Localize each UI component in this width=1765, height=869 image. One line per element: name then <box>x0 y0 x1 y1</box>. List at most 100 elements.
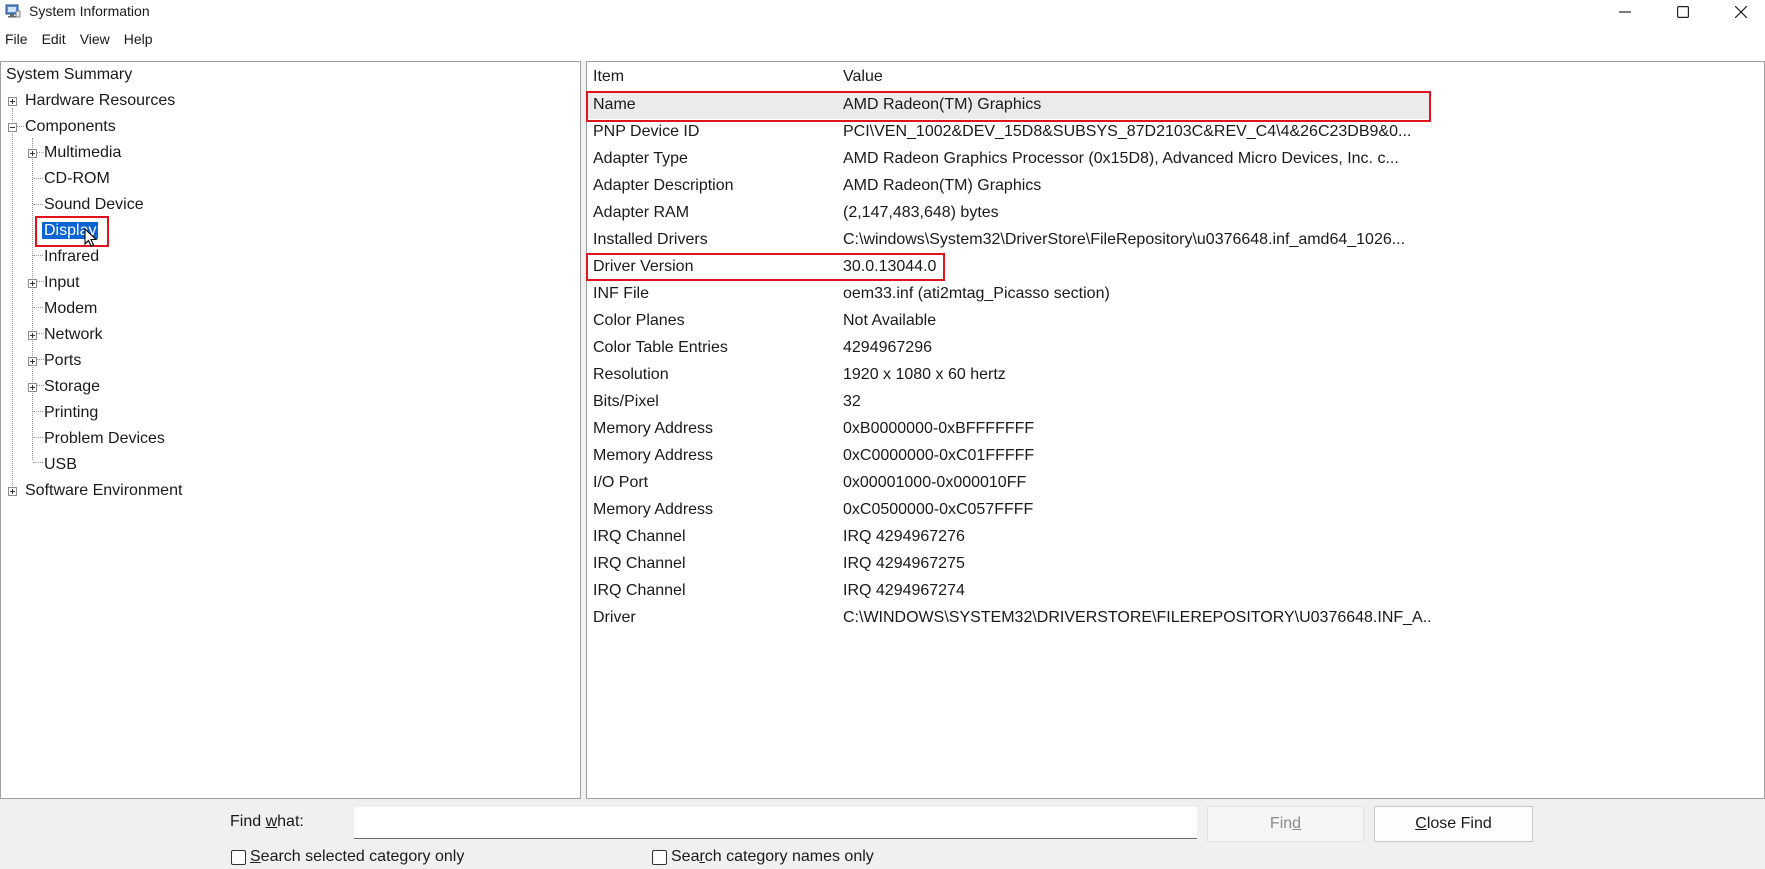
row-item: Bits/Pixel <box>593 393 659 410</box>
table-row[interactable]: IRQ Channel IRQ 4294967274 <box>587 578 1430 605</box>
expand-network-icon[interactable] <box>28 331 37 340</box>
table-row[interactable]: IRQ Channel IRQ 4294967276 <box>587 524 1430 551</box>
tree-item-storage[interactable]: Storage <box>44 376 100 398</box>
tree-line <box>36 333 44 334</box>
row-value: 0xC0000000-0xC01FFFFF <box>843 447 1035 464</box>
table-row[interactable]: INF File oem33.inf (ati2mtag_Picasso sect… <box>587 281 1430 308</box>
row-value: 32 <box>843 393 861 410</box>
table-row[interactable]: IRQ Channel IRQ 4294967275 <box>587 551 1430 578</box>
mouse-pointer-icon <box>84 228 98 247</box>
table-row[interactable]: Adapter Type AMD Radeon Graphics Processo… <box>587 146 1430 173</box>
row-item: IRQ Channel <box>593 582 686 599</box>
column-header-value[interactable]: Value <box>843 68 883 86</box>
checkbox-box[interactable] <box>231 849 246 865</box>
window-title: System Information <box>29 3 150 19</box>
tree-item-label: Storage <box>44 378 101 395</box>
tree-line <box>33 204 43 205</box>
table-row[interactable]: Memory Address 0xB0000000-0xBFFFFFFF <box>587 416 1430 443</box>
column-header-item[interactable]: Item <box>593 68 624 86</box>
tree-line <box>36 152 44 153</box>
tree-item-usb[interactable]: USB <box>44 454 77 476</box>
table-row[interactable]: Installed Drivers C:\windows\System32\Dri… <box>587 227 1430 254</box>
tree-line <box>33 255 43 256</box>
tree-item-sound-device[interactable]: Sound Device <box>44 194 144 216</box>
tree-item-label: Input <box>44 274 80 291</box>
search-selected-category-checkbox[interactable]: Search selected category only <box>231 848 464 866</box>
tree-item-label: Hardware Resources <box>25 92 176 109</box>
table-row[interactable]: Color Planes Not Available <box>587 308 1430 335</box>
system-information-icon <box>5 4 21 18</box>
row-item: Color Planes <box>593 312 685 329</box>
row-item: Installed Drivers <box>593 231 708 248</box>
tree-item-label: Software Environment <box>25 482 183 499</box>
expand-hardware-resources-icon[interactable] <box>8 97 17 106</box>
table-row[interactable]: Memory Address 0xC0000000-0xC01FFFFF <box>587 443 1430 470</box>
close-icon <box>1735 6 1747 18</box>
row-value: oem33.inf (ati2mtag_Picasso section) <box>843 285 1110 302</box>
menu-view[interactable]: View <box>75 28 115 50</box>
tree-item-label: USB <box>44 456 77 473</box>
find-bar: Find what: Fin d Close Find Search select… <box>0 799 1765 869</box>
table-row[interactable]: Adapter Description AMD Radeon(TM) Graphi… <box>587 173 1430 200</box>
table-row[interactable]: I/O Port 0x00001000-0x000010FF <box>587 470 1430 497</box>
table-row[interactable]: PNP Device ID PCI\VEN_1002&DEV_15D8&SUBSY… <box>587 119 1430 146</box>
expand-input-icon[interactable] <box>28 279 37 288</box>
row-item: Adapter Type <box>593 150 688 167</box>
expand-multimedia-icon[interactable] <box>28 149 37 158</box>
tree-item-software-environment[interactable]: Software Environment <box>25 480 182 502</box>
tree-item-network[interactable]: Network <box>44 324 103 346</box>
row-value: AMD Radeon(TM) Graphics <box>843 177 1042 194</box>
tree-item-infrared[interactable]: Infrared <box>44 246 99 268</box>
table-row[interactable]: Adapter RAM (2,147,483,648) bytes <box>587 200 1430 227</box>
tree-line <box>33 178 43 179</box>
checkbox-label: Search category names only <box>671 848 874 865</box>
row-item: PNP Device ID <box>593 123 700 140</box>
menu-file[interactable]: File <box>0 28 33 50</box>
tree-item-label: Sound Device <box>44 196 144 213</box>
maximize-button[interactable] <box>1654 0 1712 24</box>
table-row[interactable]: Memory Address 0xC0500000-0xC057FFFF <box>587 497 1430 524</box>
expand-software-environment-icon[interactable] <box>8 487 17 496</box>
menu-edit[interactable]: Edit <box>37 28 71 50</box>
close-find-button[interactable]: Close Find <box>1374 806 1533 842</box>
tree-item-cdrom[interactable]: CD-ROM <box>44 168 110 190</box>
tree-line <box>36 385 44 386</box>
collapse-components-icon[interactable] <box>8 123 17 132</box>
annotation-highlight-name-row <box>586 91 1431 122</box>
row-value: 0xC0500000-0xC057FFFF <box>843 501 1034 518</box>
checkbox-box[interactable] <box>652 849 667 865</box>
table-row[interactable]: Bits/Pixel 32 <box>587 389 1430 416</box>
tree-item-problem-devices[interactable]: Problem Devices <box>44 428 165 450</box>
row-item: IRQ Channel <box>593 528 686 545</box>
tree-item-printing[interactable]: Printing <box>44 402 98 424</box>
tree-item-label: Problem Devices <box>44 430 165 447</box>
find-button[interactable]: Fin d <box>1207 806 1364 842</box>
row-value: AMD Radeon Graphics Processor (0x15D8), … <box>843 150 1399 167</box>
tree-item-multimedia[interactable]: Multimedia <box>44 142 121 164</box>
row-item: Adapter RAM <box>593 204 690 221</box>
menu-help[interactable]: Help <box>119 28 158 50</box>
tree-item-input[interactable]: Input <box>44 272 80 294</box>
tree-item-ports[interactable]: Ports <box>44 350 81 372</box>
close-window-button[interactable] <box>1712 0 1765 24</box>
tree-item-components[interactable]: Components <box>25 116 116 138</box>
find-what-input[interactable] <box>354 807 1197 839</box>
row-value: 1920 x 1080 x 60 hertz <box>843 366 1006 383</box>
tree-item-label: Ports <box>44 352 82 369</box>
expand-storage-icon[interactable] <box>28 383 37 392</box>
expand-ports-icon[interactable] <box>28 357 37 366</box>
table-row[interactable]: Color Table Entries 4294967296 <box>587 335 1430 362</box>
row-value: PCI\VEN_1002&DEV_15D8&SUBSYS_87D2103C&RE… <box>843 123 1412 140</box>
tree-item-label: Components <box>25 118 116 135</box>
row-item: Color Table Entries <box>593 339 728 356</box>
annotation-highlight-driver-version <box>586 253 945 281</box>
table-row[interactable]: Resolution 1920 x 1080 x 60 hertz <box>587 362 1430 389</box>
tree-item-system-summary[interactable]: System Summary <box>6 64 132 86</box>
search-category-names-checkbox[interactable]: Search category names only <box>652 848 874 866</box>
tree-item-modem[interactable]: Modem <box>44 298 97 320</box>
tree-item-hardware-resources[interactable]: Hardware Resources <box>25 90 175 112</box>
minimize-button[interactable] <box>1596 0 1654 24</box>
maximize-icon <box>1677 6 1689 18</box>
tree-line <box>33 462 43 463</box>
table-row[interactable]: Driver C:\WINDOWS\SYSTEM32\DRIVERSTORE\FI… <box>587 605 1433 632</box>
